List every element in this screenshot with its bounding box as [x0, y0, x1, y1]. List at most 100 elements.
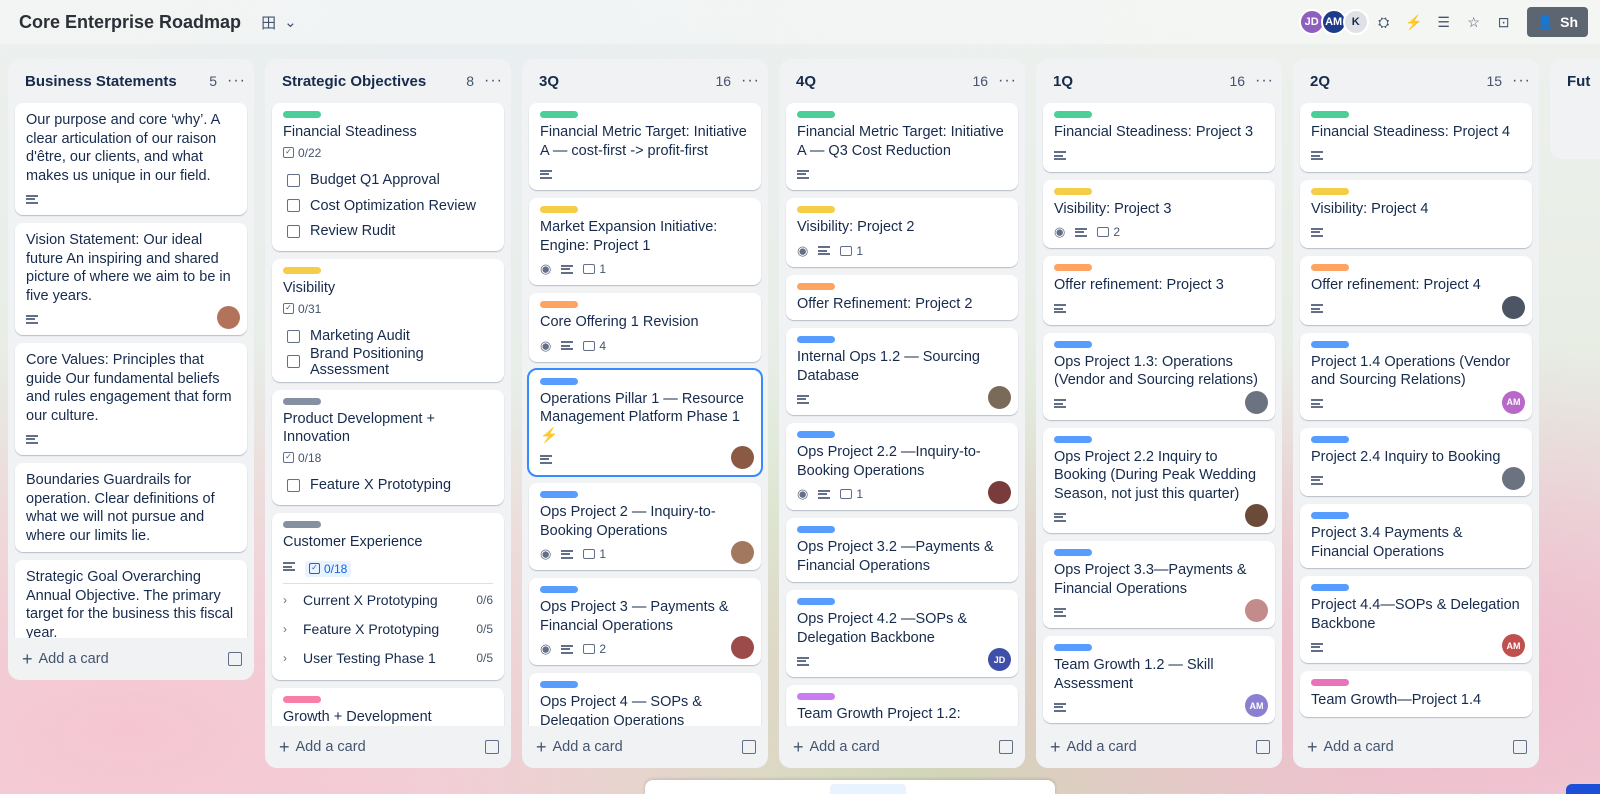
card[interactable]: Operations Pillar 1 — Resource Managemen…	[527, 367, 763, 477]
card[interactable]: Offer refinement: Project 4	[1300, 256, 1532, 325]
card-label[interactable]	[797, 431, 835, 438]
card[interactable]: Strategic Goal Overarching Annual Object…	[15, 560, 247, 638]
card[interactable]: Financial Steadiness: Project 4	[1300, 103, 1532, 172]
card[interactable]: Ops Project 2.2 —Inquiry-to-Booking Oper…	[786, 423, 1018, 510]
checklist-item[interactable]: Cost Optimization Review	[283, 193, 493, 219]
card[interactable]: Ops Project 2 — Inquiry-to-Booking Opera…	[529, 483, 761, 570]
card[interactable]: Boundaries Guardrails for operation. Cle…	[15, 463, 247, 552]
member-avatar[interactable]: AM	[1502, 634, 1525, 657]
checklist-group[interactable]: › User Testing Phase 1 0/5	[283, 644, 493, 673]
board-title[interactable]: Core Enterprise Roadmap	[19, 12, 241, 33]
list-title[interactable]: 4Q	[796, 73, 972, 90]
card-label[interactable]	[283, 267, 321, 274]
card[interactable]: Team Growth Project 1.2:	[786, 685, 1018, 726]
card[interactable]: Vision Statement: Our ideal future An in…	[15, 223, 247, 335]
filter-icon[interactable]: ☰	[1429, 7, 1459, 37]
list-title[interactable]: 2Q	[1310, 73, 1486, 90]
card[interactable]: Financial Steadiness: Project 3	[1043, 103, 1275, 172]
member-avatar[interactable]	[731, 541, 754, 564]
checklist-item[interactable]: Brand Positioning Assessment	[283, 346, 493, 378]
add-card-button[interactable]: Add a card	[810, 739, 880, 755]
template-icon[interactable]	[228, 652, 242, 666]
checkbox[interactable]	[287, 173, 300, 187]
card-label[interactable]	[283, 111, 321, 118]
chevron-right-icon[interactable]: ›	[283, 622, 297, 636]
template-icon[interactable]	[1256, 740, 1270, 754]
member-avatar[interactable]	[1502, 467, 1525, 490]
card[interactable]: Our purpose and core ‘why’. A clear arti…	[15, 103, 247, 215]
list-title[interactable]: 3Q	[539, 73, 715, 90]
card-label[interactable]	[1311, 264, 1349, 271]
card-label[interactable]	[1054, 435, 1092, 443]
more-icon[interactable]: ···	[1512, 72, 1531, 90]
plus-icon[interactable]: +	[536, 737, 547, 758]
card-label[interactable]	[1054, 187, 1092, 195]
card-label[interactable]	[797, 206, 835, 213]
card-label[interactable]	[540, 681, 578, 688]
card[interactable]: Team Growth 1.2 — Skill Assessment AM	[1043, 636, 1275, 723]
card[interactable]: Visibility ✓ 0/31 Marketing Audit Brand Posi…	[272, 259, 504, 382]
card-label[interactable]	[1311, 435, 1349, 443]
card[interactable]: Customer Experience ✓ 0/18 › Current X Proto…	[272, 513, 504, 680]
chevron-right-icon[interactable]: ›	[283, 593, 297, 607]
card[interactable]: Visibility: Project 2 ◉ 1	[786, 198, 1018, 267]
active-view-tab[interactable]	[830, 784, 906, 794]
member-avatar[interactable]	[731, 636, 754, 659]
card[interactable]: Ops Project 4 — SOPs & Delegation Operat…	[529, 673, 761, 726]
card-label[interactable]	[540, 301, 578, 308]
card-label[interactable]	[1054, 111, 1092, 118]
card-label[interactable]	[797, 693, 835, 700]
member-avatar[interactable]	[1245, 504, 1268, 527]
member-avatar[interactable]	[217, 306, 240, 329]
chevron-right-icon[interactable]: ›	[283, 651, 297, 665]
visibility-icon[interactable]: ⊡	[1489, 7, 1519, 37]
add-card-button[interactable]: Add a card	[1324, 739, 1394, 755]
checkbox[interactable]	[287, 478, 300, 492]
card[interactable]: Financial Metric Target: Initiative A — …	[786, 103, 1018, 190]
card[interactable]: Financial Metric Target: Initiative A — …	[529, 103, 761, 190]
card[interactable]: Internal Ops 1.2 — Sourcing Database	[786, 328, 1018, 415]
template-icon[interactable]	[1513, 740, 1527, 754]
card[interactable]: Market Expansion Initiative: Engine: Pro…	[529, 198, 761, 285]
card[interactable]: Project 2.4 Inquiry to Booking	[1300, 427, 1532, 496]
card-label[interactable]	[540, 111, 578, 118]
card-label[interactable]	[797, 598, 835, 605]
template-icon[interactable]	[742, 740, 756, 754]
more-icon[interactable]: ···	[1255, 72, 1274, 90]
card-label[interactable]	[1054, 549, 1092, 556]
card-label[interactable]	[797, 282, 835, 290]
card[interactable]: Financial Steadiness ✓ 0/22 Budget Q1 Appro…	[272, 103, 504, 251]
add-card-button[interactable]: Add a card	[39, 651, 109, 667]
more-icon[interactable]: ···	[227, 72, 246, 90]
card[interactable]: Visibility: Project 3 ◉ 2	[1043, 179, 1275, 248]
card-label[interactable]	[1054, 264, 1092, 271]
list-title[interactable]: Fut	[1567, 73, 1600, 90]
member-avatar[interactable]	[988, 386, 1011, 409]
card[interactable]: Visibility: Project 4	[1300, 179, 1532, 248]
card-label[interactable]	[797, 336, 835, 343]
card-label[interactable]	[1311, 111, 1349, 118]
add-card-button[interactable]: Add a card	[1067, 739, 1137, 755]
plus-icon[interactable]: +	[279, 737, 290, 758]
card[interactable]: Offer refinement: Project 3	[1043, 256, 1275, 325]
card[interactable]: Ops Project 2.2 Inquiry to Booking (Duri…	[1043, 427, 1275, 533]
add-card-button[interactable]: Add a card	[553, 739, 623, 755]
member-avatar[interactable]: K	[1342, 9, 1369, 35]
checklist-item[interactable]: Feature X Prototyping	[283, 473, 493, 499]
card[interactable]: Product Development + Innovation ✓ 0/18 Fea…	[272, 389, 504, 505]
list-title[interactable]: 1Q	[1053, 73, 1229, 90]
card[interactable]: Project 3.4 Payments & Financial Operati…	[1300, 504, 1532, 568]
checklist-item[interactable]: Review Rudit	[283, 219, 493, 245]
star-icon[interactable]: ☆	[1459, 7, 1489, 37]
card-label[interactable]	[797, 526, 835, 533]
card[interactable]: Ops Project 3.2 —Payments & Financial Op…	[786, 518, 1018, 582]
card-label[interactable]	[283, 521, 321, 528]
member-avatar[interactable]: AM	[1502, 390, 1525, 414]
card-label[interactable]	[1311, 584, 1349, 591]
view-switcher[interactable]: 田 ⌄	[261, 12, 297, 33]
member-avatar[interactable]	[988, 481, 1011, 504]
card-label[interactable]	[540, 491, 578, 498]
card-label[interactable]	[540, 377, 578, 385]
card-label[interactable]	[797, 111, 835, 118]
template-icon[interactable]	[485, 740, 499, 754]
